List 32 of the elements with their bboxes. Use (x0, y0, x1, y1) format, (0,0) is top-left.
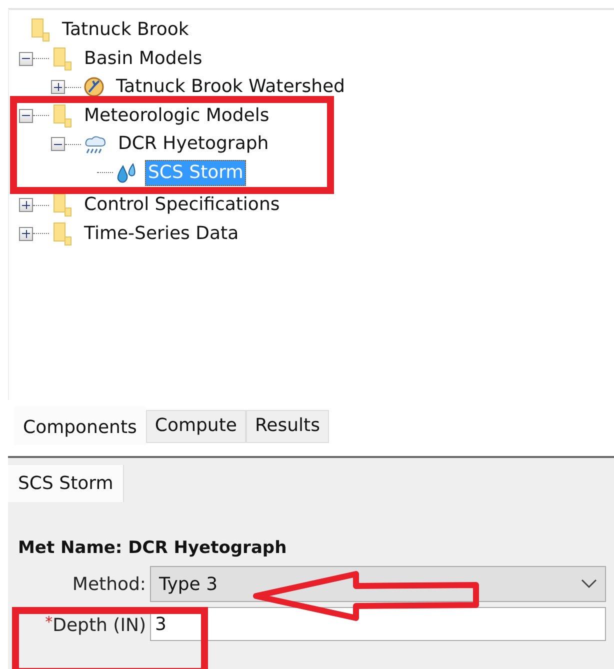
depth-input[interactable]: 3 (150, 607, 606, 641)
expand-icon[interactable] (19, 226, 33, 241)
tab[interactable]: Compute (146, 410, 246, 443)
required-mark: * (45, 612, 53, 630)
collapse-icon[interactable] (19, 52, 33, 66)
folder-icon (51, 46, 73, 72)
collapse-icon[interactable] (51, 137, 65, 152)
tree-item[interactable]: Basin Models (81, 46, 206, 72)
folder-icon (51, 192, 73, 218)
tree-item[interactable]: Control Specifications (81, 192, 283, 218)
chevron-down-icon (581, 579, 597, 589)
basin-icon (83, 76, 105, 98)
tree-item[interactable]: Meteorologic Models (81, 102, 272, 129)
collapse-icon[interactable] (19, 108, 33, 123)
tree-item[interactable]: Tatnuck Brook Watershed (113, 74, 348, 100)
folder-icon (29, 17, 51, 44)
folder-icon (51, 102, 73, 129)
method-dropdown[interactable]: Type 3 (150, 566, 606, 602)
tab[interactable]: Results (246, 410, 329, 443)
tree-item[interactable]: Tatnuck Brook (59, 17, 192, 44)
rain-cloud-icon (83, 134, 107, 154)
met-name-label: Met Name: DCR Hyetograph (18, 538, 288, 558)
expand-icon[interactable] (19, 198, 33, 212)
tree-item[interactable]: DCR Hyetograph (115, 131, 272, 158)
expand-icon[interactable] (51, 80, 65, 94)
editor-tab[interactable]: SCS Storm (8, 465, 124, 502)
field-label: Method: (72, 574, 146, 594)
tab[interactable]: Components (14, 406, 146, 445)
field-label: Depth (IN) (52, 614, 146, 636)
water-drops-icon (115, 162, 137, 184)
folder-icon (51, 220, 73, 247)
tree-item[interactable]: Time-Series Data (81, 220, 242, 247)
